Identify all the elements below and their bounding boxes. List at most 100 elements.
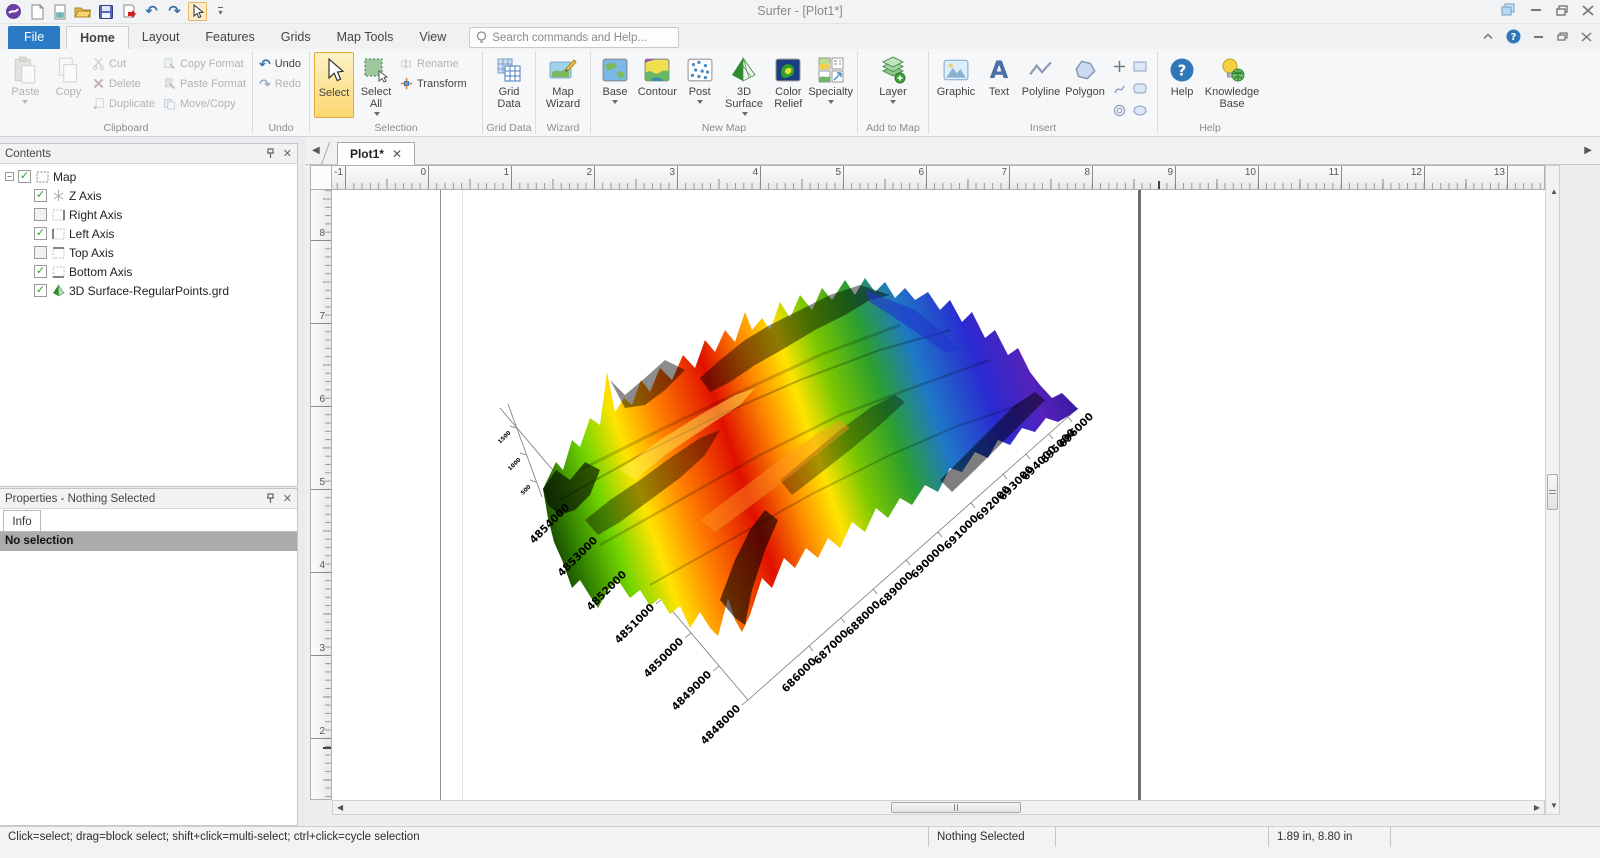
cut-button[interactable]: Cut (90, 55, 161, 72)
transform-button[interactable]: Transform (398, 75, 476, 92)
restore-document-icon[interactable] (1557, 31, 1568, 42)
close-panel-icon[interactable]: ✕ (283, 492, 292, 505)
scroll-right-icon[interactable]: ▶ (1534, 804, 1540, 812)
scroll-up-icon[interactable]: ▲ (1550, 188, 1558, 196)
horizontal-scrollbar[interactable]: ◀ ▶ (332, 800, 1545, 815)
pin-icon[interactable] (266, 148, 275, 159)
redo-button[interactable]: ↷ Redo (257, 75, 303, 92)
close-panel-icon[interactable]: ✕ (283, 147, 292, 160)
close-window-icon[interactable] (1582, 4, 1594, 16)
select-all-button[interactable]: Select All (354, 52, 398, 119)
pin-icon[interactable] (266, 493, 275, 504)
insert-polygon-button[interactable]: Polygon (1063, 52, 1107, 98)
bottom-axis-checkbox[interactable]: ✓ (34, 265, 47, 278)
redo-icon[interactable]: ↷ (165, 2, 184, 21)
open-file-icon[interactable] (73, 2, 92, 21)
scroll-down-icon[interactable]: ▼ (1550, 802, 1558, 810)
cascade-windows-icon[interactable] (1501, 3, 1517, 17)
insert-polyline-button[interactable]: Polyline (1019, 52, 1063, 98)
help-button[interactable]: ? Help (1162, 52, 1202, 98)
vertical-scrollbar[interactable]: ▲ ▼ (1545, 165, 1560, 815)
z-axis-icon (51, 189, 65, 202)
tree-item-3d-surface-layer[interactable]: ✓ 3D Surface-RegularPoints.grd (0, 281, 297, 300)
contour-map-button[interactable]: Contour (635, 52, 680, 98)
tree-item-bottom-axis[interactable]: ✓ Bottom Axis (0, 262, 297, 281)
insert-ellipse-button[interactable] (1130, 100, 1150, 121)
restore-window-icon[interactable] (1556, 4, 1568, 16)
vertical-scrollbar-thumb[interactable] (1547, 474, 1558, 510)
new-plot-icon[interactable] (27, 2, 46, 21)
ribbon-help-icon[interactable]: ? (1506, 29, 1521, 44)
left-axis-checkbox[interactable]: ✓ (34, 227, 47, 240)
tab-scroll-left-icon[interactable]: ◀ (312, 145, 320, 156)
tab-scroll-right-icon[interactable]: ▶ (1584, 145, 1592, 156)
ribbon-group-undo: ↶ Undo ↷ Redo Undo (253, 49, 309, 136)
document-tab-plot1[interactable]: Plot1* ✕ (337, 142, 415, 165)
horizontal-scrollbar-thumb[interactable] (891, 802, 1021, 813)
plot-canvas[interactable]: 4854000 4853000 4852000 4851000 4850000 … (332, 190, 1545, 800)
rename-button[interactable]: Rename (398, 55, 476, 72)
tree-item-z-axis[interactable]: ✓ Z Axis (0, 186, 297, 205)
tab-layout[interactable]: Layout (129, 26, 193, 49)
scroll-left-icon[interactable]: ◀ (337, 804, 343, 812)
select-tool-icon[interactable] (188, 2, 207, 21)
close-document-icon[interactable] (1581, 31, 1592, 42)
search-input[interactable]: Search commands and Help... (469, 27, 680, 48)
undo-button[interactable]: ↶ Undo (257, 55, 303, 72)
specialty-map-button[interactable]: Specialty (808, 52, 853, 107)
ribbon-group-new-map: Base Contour Post 3D Surface Color Relie… (591, 49, 857, 136)
tab-view[interactable]: View (406, 26, 459, 49)
map-wizard-button[interactable]: Map Wizard (540, 52, 586, 110)
tree-item-map[interactable]: − ✓ Map (0, 167, 297, 186)
tab-grids[interactable]: Grids (268, 26, 324, 49)
minimize-window-icon[interactable] (1531, 5, 1542, 15)
qat-customize-dropdown[interactable]: ▾ (211, 2, 230, 21)
delete-button[interactable]: Delete (90, 75, 161, 92)
z-axis-checkbox[interactable]: ✓ (34, 189, 47, 202)
collapse-expander-icon[interactable]: − (5, 172, 14, 181)
tab-file[interactable]: File (8, 26, 61, 49)
export-icon[interactable] (119, 2, 138, 21)
copy-button[interactable]: Copy (47, 52, 90, 98)
save-icon[interactable] (96, 2, 115, 21)
undo-icon[interactable]: ↶ (142, 2, 161, 21)
new-3d-surface-button[interactable]: 3D Surface (720, 52, 769, 119)
tab-features[interactable]: Features (192, 26, 267, 49)
select-button[interactable]: Select (314, 52, 354, 118)
no-selection-banner: No selection (0, 532, 297, 551)
tree-item-right-axis[interactable]: ✓ Right Axis (0, 205, 297, 224)
grid-data-button[interactable]: Grid Data (487, 52, 531, 110)
surface-layer-checkbox[interactable]: ✓ (34, 284, 47, 297)
close-tab-icon[interactable]: ✕ (392, 147, 402, 161)
surfer-logo-icon[interactable] (4, 2, 23, 21)
color-relief-button[interactable]: Color Relief (768, 52, 808, 110)
tab-home[interactable]: Home (66, 26, 129, 49)
insert-text-button[interactable]: A Text (979, 52, 1019, 98)
copy-format-button[interactable]: Copy Format (161, 55, 248, 72)
right-axis-checkbox[interactable]: ✓ (34, 208, 47, 221)
duplicate-button[interactable]: Duplicate (90, 95, 161, 112)
insert-graphic-button[interactable]: Graphic (933, 52, 979, 98)
insert-rounded-rectangle-button[interactable] (1130, 78, 1150, 99)
top-axis-checkbox[interactable]: ✓ (34, 246, 47, 259)
tab-map-tools[interactable]: Map Tools (324, 26, 407, 49)
new-worksheet-icon[interactable] (50, 2, 69, 21)
base-map-button[interactable]: Base (595, 52, 635, 107)
tree-item-left-axis[interactable]: ✓ Left Axis (0, 224, 297, 243)
post-map-button[interactable]: Post (680, 52, 720, 107)
paste-button[interactable]: Paste (4, 52, 47, 107)
collapse-ribbon-icon[interactable] (1483, 33, 1493, 40)
insert-rectangle-button[interactable] (1130, 56, 1150, 77)
move-copy-button[interactable]: Move/Copy (161, 95, 248, 112)
tab-info[interactable]: Info (3, 510, 41, 532)
insert-spline-button[interactable] (1109, 78, 1129, 99)
paste-format-button[interactable]: Paste Format (161, 75, 248, 92)
insert-point-button[interactable] (1109, 56, 1129, 77)
minimize-document-icon[interactable] (1534, 32, 1544, 41)
knowledge-base-button[interactable]: Knowledge Base (1205, 52, 1259, 110)
insert-circle-button[interactable] (1109, 100, 1129, 121)
map-3d-surface[interactable]: 4854000 4853000 4852000 4851000 4850000 … (332, 190, 1545, 800)
map-checkbox[interactable]: ✓ (18, 170, 31, 183)
tree-item-top-axis[interactable]: ✓ Top Axis (0, 243, 297, 262)
layer-button[interactable]: Layer (870, 52, 916, 107)
